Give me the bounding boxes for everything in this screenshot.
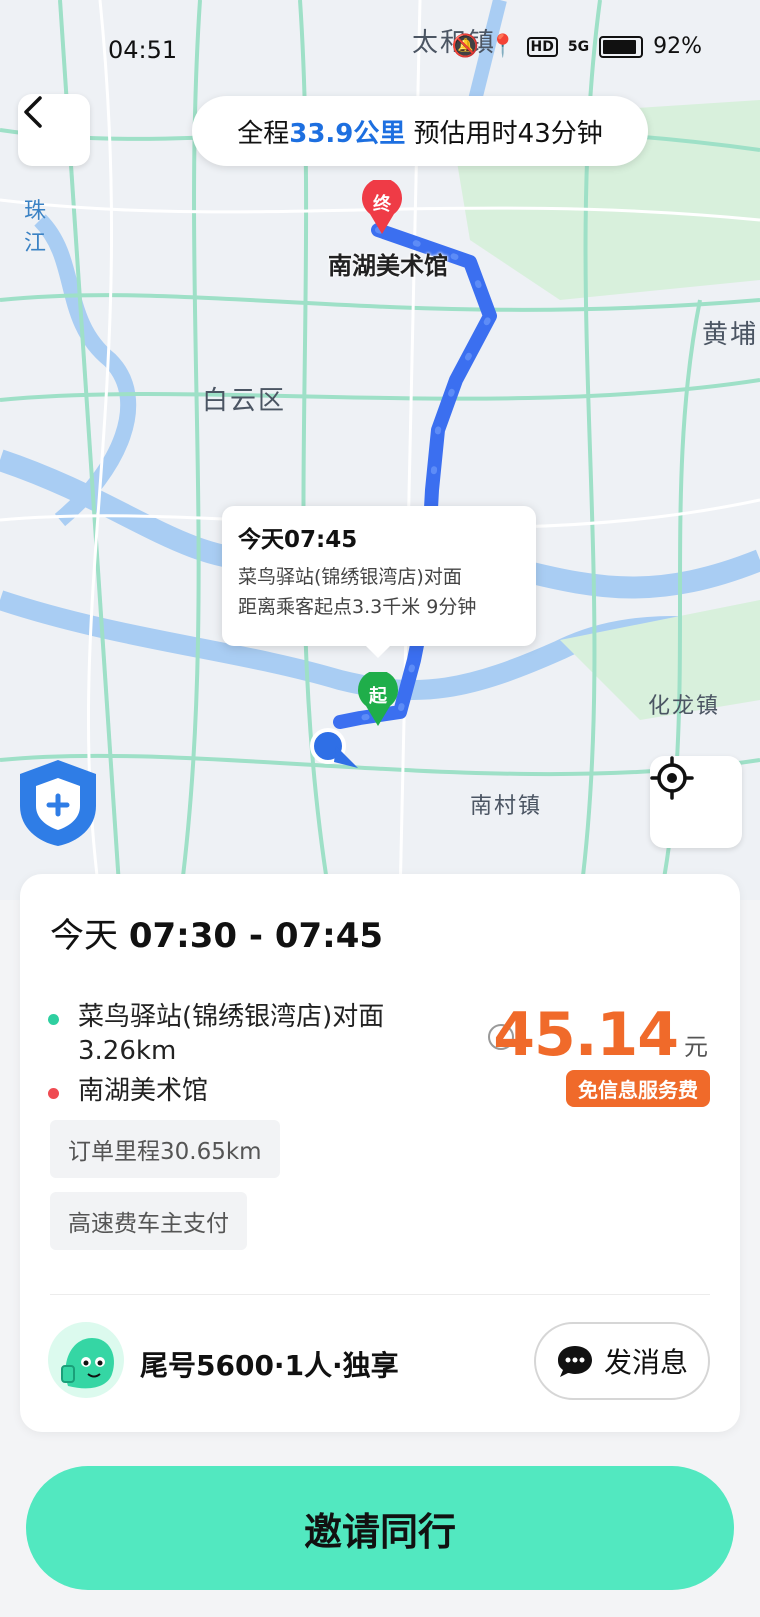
invite-button[interactable]: 邀请同行 [26, 1466, 734, 1590]
place-label: 黄埔 [702, 320, 759, 350]
pickup-address: 菜鸟驿站(锦绣银湾店)对面 [78, 1002, 385, 1032]
status-bar: 04:51 🔕 📍 HD 5G 92% [0, 30, 760, 70]
order-card: 今天 07:30 - 07:45 菜鸟驿站(锦绣银湾店)对面 3.26km 南湖… [20, 874, 740, 1432]
safety-shield-button[interactable] [16, 756, 100, 848]
price-unit: 元 [684, 1033, 708, 1061]
shield-icon [20, 760, 96, 846]
callout-title: 今天07:45 [238, 527, 358, 553]
destination-label: 南湖美术馆 [328, 252, 448, 280]
time-prefix: 今天 [50, 916, 129, 956]
pickup-distance: 3.26km [78, 1036, 177, 1066]
chat-bubble-icon [557, 1346, 592, 1377]
battery-percent: 92% [653, 34, 702, 59]
route-prefix: 全程 [237, 118, 290, 149]
driver-info: 尾号5600·1人·独享 [140, 1349, 399, 1382]
callout-distance: 距离乘客起点3.3千米 9分钟 [238, 596, 477, 618]
callout-pickup: 菜鸟驿站(锦绣银湾店)对面 [238, 566, 462, 588]
start-marker-icon: 起 [358, 672, 398, 726]
divider [50, 1294, 710, 1295]
toll-tag: 高速费车主支付 [50, 1192, 247, 1250]
back-button[interactable] [18, 94, 90, 166]
start-pin-text: 起 [368, 685, 388, 707]
place-label: 白云区 [202, 386, 287, 416]
pickup-callout[interactable]: 今天07:45 菜鸟驿站(锦绣银湾店)对面 距离乘客起点3.3千米 9分钟 [222, 506, 536, 658]
place-label: 南村镇 [470, 794, 543, 819]
signal-icon: 5G [567, 38, 590, 55]
time-range: 07:30 - 07:45 [128, 916, 384, 956]
route-eta: 预估用时43分钟 [405, 118, 603, 149]
mascot-icon [61, 1338, 114, 1389]
locate-button[interactable] [650, 756, 742, 848]
mileage-tag: 订单里程30.65km [50, 1120, 280, 1178]
invite-button-label: 邀请同行 [303, 1509, 456, 1554]
pickup-dot [48, 1014, 59, 1025]
mute-icon: 🔕 [451, 34, 480, 59]
order-time: 今天 07:30 - 07:45 [50, 908, 383, 957]
status-icons: 🔕 📍 HD 5G 92% [452, 34, 702, 59]
route-distance: 33.9公里 [289, 118, 406, 149]
price: 45.14 元 [493, 1000, 708, 1070]
chevron-left-icon [24, 96, 42, 128]
route-summary: 全程 33.9公里 预估用时43分钟 [192, 96, 648, 166]
status-time: 04:51 [108, 36, 178, 64]
battery-icon [599, 35, 644, 58]
send-message-button[interactable]: 发消息 [534, 1322, 710, 1400]
location-icon: 📍 [489, 34, 517, 59]
place-label: 化龙镇 [648, 694, 721, 719]
river-label: 珠江 [24, 199, 49, 256]
price-amount: 45.14 [493, 1000, 679, 1070]
dropoff-address: 南湖美术馆 [78, 1076, 209, 1106]
send-message-label: 发消息 [603, 1346, 688, 1379]
destination-marker-icon: 终 [362, 180, 402, 234]
fee-badge: 免信息服务费 [566, 1070, 710, 1107]
map-view[interactable]: 太和镇 珠江 黄埔 白云区 化龙镇 南村镇 04:51 🔕 📍 HD 5G 92… [0, 0, 760, 900]
locate-icon [650, 756, 694, 800]
hd-icon: HD [526, 36, 558, 57]
dropoff-dot [48, 1088, 59, 1099]
avatar [48, 1322, 124, 1398]
end-pin-text: 终 [373, 193, 392, 215]
